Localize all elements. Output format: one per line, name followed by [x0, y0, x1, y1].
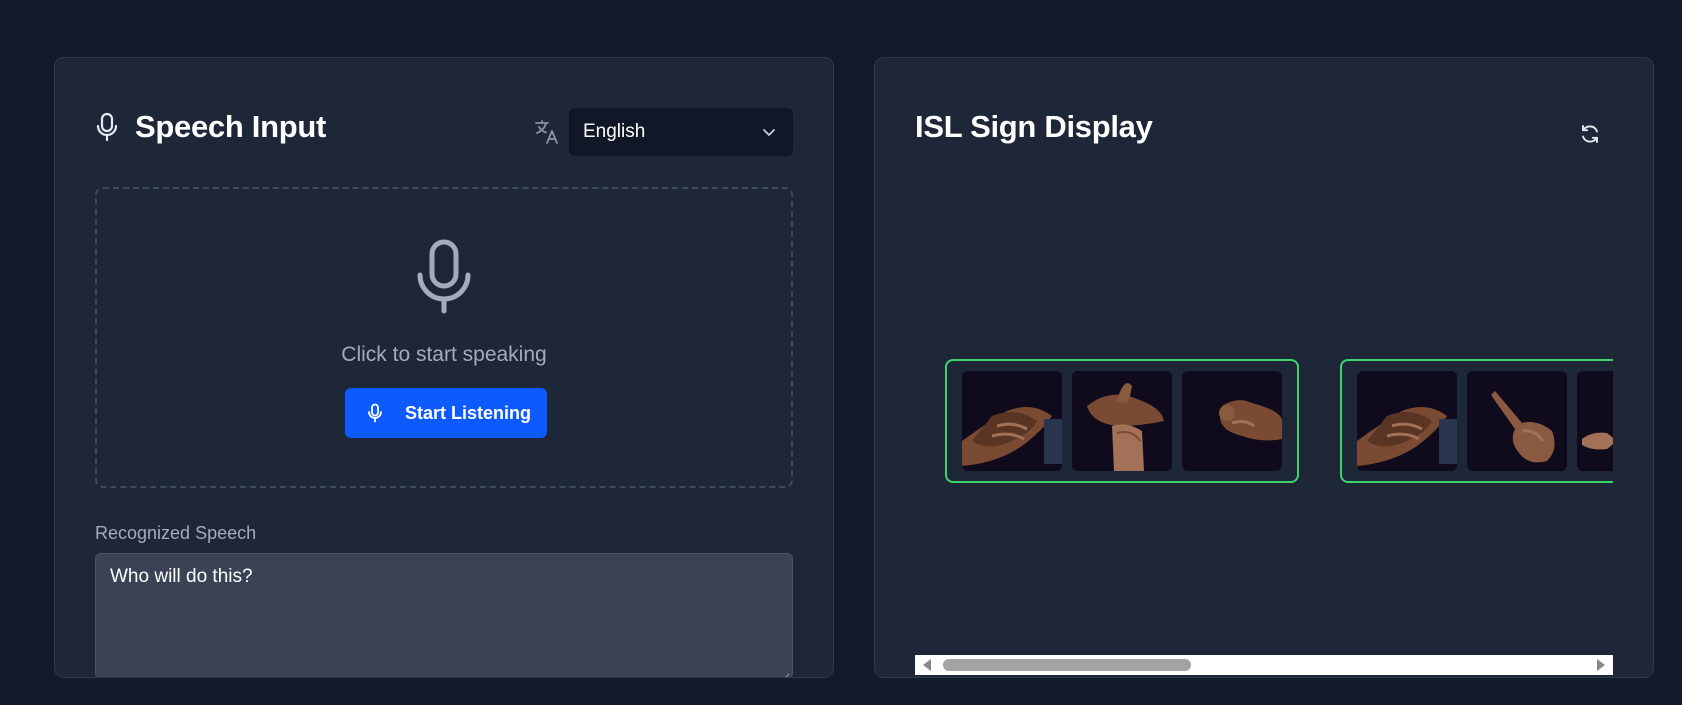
- speech-dropzone[interactable]: Click to start speaking Start Listening: [95, 187, 793, 488]
- start-listening-label: Start Listening: [405, 403, 532, 423]
- start-listening-button[interactable]: Start Listening: [345, 388, 547, 438]
- scrollbar-thumb[interactable]: [943, 659, 1191, 671]
- recognized-speech-textarea[interactable]: Who will do this?: [95, 553, 793, 677]
- isl-sign-display-title: ISL Sign Display: [915, 109, 1153, 144]
- microphone-icon: [95, 112, 119, 142]
- scroll-right-icon[interactable]: [1597, 659, 1605, 671]
- hand-sign-image: [962, 371, 1062, 471]
- resize-grip-icon[interactable]: [780, 666, 790, 677]
- hand-sign-image: [1357, 371, 1457, 471]
- microphone-icon: [415, 239, 473, 315]
- hand-sign-image: [1577, 371, 1613, 471]
- hand-sign-image: [1467, 371, 1567, 471]
- isl-sign-display-panel: ISL Sign Display: [874, 57, 1654, 678]
- recognized-speech-value: Who will do this?: [110, 566, 253, 587]
- sign-strip: [915, 358, 1613, 488]
- microphone-icon: [367, 403, 383, 423]
- hand-sign-image: [1182, 371, 1282, 471]
- language-select[interactable]: English: [569, 108, 793, 156]
- scroll-left-icon[interactable]: [923, 659, 931, 671]
- start-speaking-prompt: Click to start speaking: [341, 343, 547, 366]
- sign-word-group: [1340, 359, 1613, 483]
- recognized-speech-label: Recognized Speech: [95, 523, 257, 543]
- horizontal-scrollbar[interactable]: [915, 655, 1613, 675]
- speech-input-panel: Speech Input English Click to start spea…: [54, 57, 834, 678]
- speech-input-title: Speech Input: [135, 109, 327, 144]
- refresh-icon[interactable]: [1578, 122, 1602, 146]
- hand-sign-image: [1072, 371, 1172, 471]
- translate-icon: [533, 118, 561, 146]
- language-select-value: English: [583, 121, 646, 142]
- sign-word-group: [945, 359, 1299, 483]
- chevron-down-icon: [761, 124, 777, 140]
